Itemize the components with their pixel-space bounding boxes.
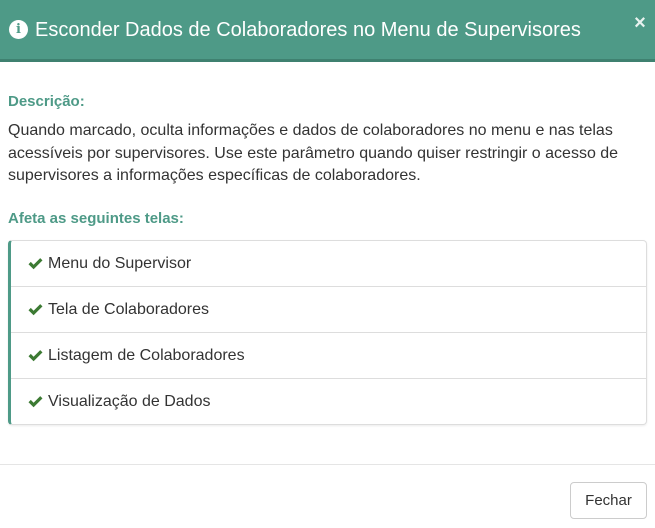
list-item-label: Listagem de Colaboradores [48,346,245,364]
affected-screens-list: Menu do Supervisor Tela de Colaboradores… [8,240,647,425]
list-item-label: Menu do Supervisor [48,254,192,272]
check-icon [28,396,43,408]
list-item-label: Visualização de Dados [48,392,211,410]
footer-divider [0,464,655,465]
affected-screens-label: Afeta as seguintes telas: [8,210,184,227]
description-label: Descrição: [8,93,85,110]
close-button[interactable]: Fechar [570,482,647,519]
list-item: Visualização de Dados [11,379,646,424]
list-item: Tela de Colaboradores [11,287,646,333]
dialog-header: i Esconder Dados de Colaboradores no Men… [0,0,655,62]
list-item-label: Tela de Colaboradores [48,300,209,318]
description-text: Quando marcado, oculta informações e dad… [8,122,619,184]
parameter-info-dialog: i Esconder Dados de Colaboradores no Men… [0,0,655,528]
info-icon: i [9,20,28,39]
close-icon[interactable]: × [631,12,649,34]
list-item: Menu do Supervisor [11,241,646,287]
dialog-title: Esconder Dados de Colaboradores no Menu … [35,19,581,41]
check-icon [28,258,43,270]
check-icon [28,304,43,316]
list-item: Listagem de Colaboradores [11,333,646,379]
check-icon [28,350,43,362]
